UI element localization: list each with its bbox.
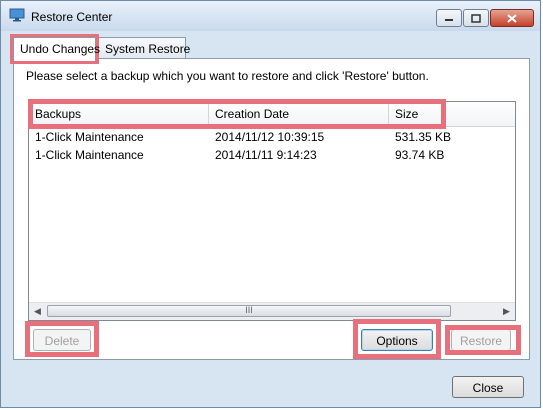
backup-name: 1-Click Maintenance — [35, 148, 144, 162]
delete-button[interactable]: Delete — [33, 329, 91, 351]
instructions-text: Please select a backup which you want to… — [26, 69, 429, 83]
maximize-icon — [471, 13, 481, 23]
window-title: Restore Center — [31, 10, 113, 24]
tab-system-restore[interactable]: System Restore — [98, 37, 190, 59]
column-header-creation-date[interactable]: Creation Date — [209, 102, 389, 126]
tab-undo-changes[interactable]: Undo Changes — [13, 37, 100, 61]
scroll-right-arrow-icon[interactable]: ▶ — [498, 303, 515, 320]
title-bar[interactable]: Restore Center — [1, 1, 540, 31]
close-button[interactable]: Close — [452, 376, 524, 398]
column-header-size[interactable]: Size — [389, 102, 515, 126]
horizontal-scrollbar[interactable]: ◀ III ▶ — [29, 302, 515, 320]
creation-date: 2014/11/12 10:39:15 — [215, 130, 325, 144]
minimize-icon — [445, 19, 453, 21]
monitor-icon — [9, 8, 25, 22]
column-header-backups[interactable]: Backups — [29, 102, 209, 126]
backup-size: 93.74 KB — [395, 148, 445, 162]
options-button[interactable]: Options — [361, 329, 433, 351]
creation-date: 2014/11/11 9:14:23 — [215, 148, 317, 162]
close-icon — [507, 13, 517, 23]
restore-button[interactable]: Restore — [451, 329, 511, 351]
restore-center-window: Restore Center Undo Changes System Resto… — [0, 0, 541, 408]
backup-size: 531.35 KB — [395, 130, 452, 144]
undo-changes-panel: Please select a backup which you want to… — [13, 58, 530, 360]
list-header: Backups Creation Date Size — [29, 102, 515, 127]
table-row[interactable]: 1-Click Maintenance 2014/11/12 10:39:15 … — [29, 128, 515, 146]
scroll-left-arrow-icon[interactable]: ◀ — [29, 303, 46, 320]
backups-list[interactable]: Backups Creation Date Size 1-Click Maint… — [28, 101, 516, 321]
minimize-button[interactable] — [436, 9, 462, 27]
scroll-thumb[interactable]: III — [47, 305, 451, 317]
close-window-button[interactable] — [490, 9, 534, 27]
backup-name: 1-Click Maintenance — [35, 130, 144, 144]
maximize-button[interactable] — [463, 9, 489, 27]
table-row[interactable]: 1-Click Maintenance 2014/11/11 9:14:23 9… — [29, 146, 515, 164]
